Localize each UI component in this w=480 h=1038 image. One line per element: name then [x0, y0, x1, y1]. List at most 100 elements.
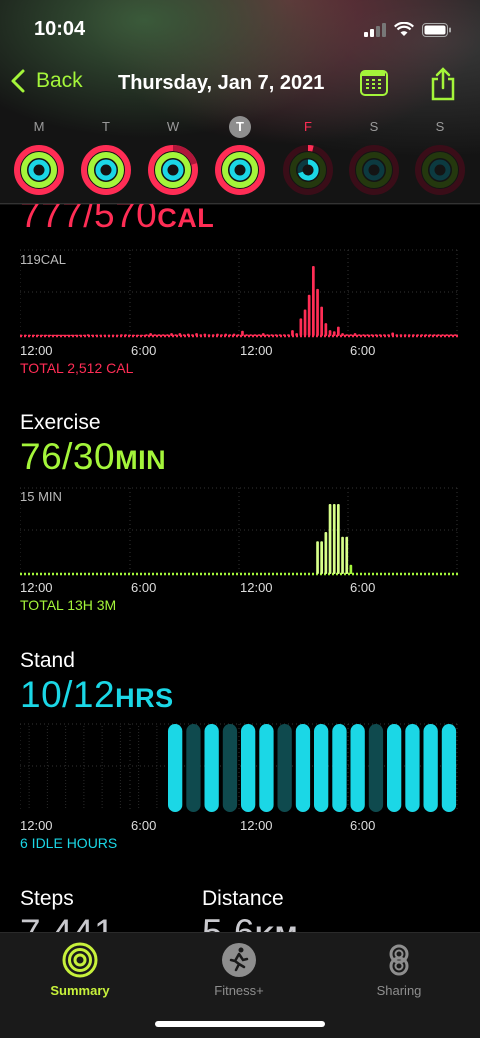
back-label: Back [36, 69, 83, 92]
stand-hour-bar [387, 724, 402, 812]
chart-bar [295, 333, 298, 336]
calendar-button[interactable] [360, 70, 388, 96]
distance-value-number: 5.6 [202, 912, 255, 932]
chart-bar [224, 333, 228, 336]
chart-bar [282, 334, 286, 336]
stand-hour-bar [277, 724, 292, 812]
day-saturday[interactable]: S [346, 116, 402, 196]
chart-bar [370, 334, 374, 336]
stand-value: 10/12HRS [20, 674, 174, 716]
chart-bar [416, 334, 419, 336]
chart-bar [332, 331, 336, 336]
chart-bar [161, 334, 165, 336]
day-monday[interactable]: M [11, 116, 67, 196]
day-tuesday[interactable]: T [78, 116, 134, 196]
chart-bar [103, 334, 107, 336]
chart-bar [216, 333, 219, 336]
chart-bar [337, 326, 340, 336]
share-button[interactable] [428, 66, 458, 107]
steps-label: Steps [20, 887, 74, 910]
day-wednesday[interactable]: W [145, 116, 201, 196]
day-friday[interactable]: F [280, 116, 336, 196]
axis-label: 6:00 [131, 343, 157, 358]
chart-bar [307, 294, 311, 336]
chart-bar [174, 334, 177, 336]
chart-bar [124, 334, 127, 336]
home-indicator [155, 1021, 325, 1027]
signal-icon [364, 22, 386, 37]
move-value-clip: 777/570CAL [0, 204, 480, 234]
chart-bar [353, 333, 357, 336]
chart-bar [253, 334, 257, 336]
move-total: TOTAL 2,512 CAL [20, 360, 134, 376]
stand-hour-bar [332, 724, 347, 812]
day-thursday[interactable]: T [212, 116, 268, 196]
chart-bar [245, 334, 248, 336]
chart-bar [391, 332, 394, 336]
chart-bar [382, 334, 386, 336]
axis-label: 6:00 [131, 818, 157, 833]
chart-bar [153, 334, 157, 336]
chart-bar [316, 541, 319, 574]
day-sunday[interactable]: S [412, 116, 468, 196]
navigation-bar: Back Thursday, Jan 7, 2021 [0, 62, 480, 106]
chart-bar [191, 334, 194, 336]
steps-value: 7,441 [20, 912, 115, 932]
day-letter: F [304, 119, 312, 134]
chart-bar [324, 532, 328, 574]
chart-bar [24, 334, 27, 336]
chart-bar [57, 334, 61, 336]
axis-label: 12:00 [240, 818, 273, 833]
chart-bar [170, 333, 173, 336]
chart-bar [320, 306, 323, 336]
distance-value-unit: KM [255, 921, 298, 932]
day-letter: M [33, 119, 45, 134]
exercise-title: Exercise [20, 411, 101, 434]
chart-bar [428, 334, 432, 336]
chart-bar [420, 334, 424, 336]
activity-rings-icon [148, 145, 198, 195]
chart-bar [28, 334, 31, 336]
sharing-rings-icon [389, 944, 409, 976]
chart-bar [312, 266, 315, 336]
chart-bar [241, 330, 244, 336]
chart-bar [136, 334, 140, 336]
chart-bar [120, 334, 123, 336]
tab-label: Summary [50, 983, 110, 998]
distance-value: 5.6KM [202, 912, 298, 932]
stand-value-unit: HRS [115, 683, 174, 713]
axis-label: 6:00 [350, 343, 376, 358]
stand-chart [20, 723, 458, 812]
stand-hour-bar [186, 724, 201, 812]
stats-value-clip: 7,441 5.6KM [0, 912, 480, 932]
tab-fitness-plus[interactable]: Fitness+ [174, 941, 304, 998]
chart-bar [111, 334, 115, 336]
chart-bar [115, 334, 119, 336]
chart-bar [395, 334, 399, 336]
chart-bar [90, 334, 94, 336]
status-icons [364, 22, 452, 37]
stand-hour-bar [168, 724, 183, 812]
chart-bar [40, 334, 44, 336]
chart-bar [407, 334, 411, 336]
chart-bar [78, 334, 82, 336]
chart-bar [132, 334, 136, 336]
chart-bar [445, 334, 449, 336]
tab-summary[interactable]: Summary [15, 941, 145, 998]
back-button[interactable]: Back [10, 68, 83, 94]
chart-bar [328, 504, 332, 574]
chart-bar [61, 334, 65, 336]
chart-bar [128, 334, 132, 336]
tab-sharing[interactable]: Sharing [334, 941, 464, 998]
chart-bar [186, 333, 190, 336]
stand-hour-bar [241, 724, 256, 812]
chart-bar [178, 333, 182, 336]
move-value-unit: CAL [157, 204, 215, 233]
move-value-number: 777/570 [20, 204, 158, 234]
chart-bar [220, 334, 223, 336]
chart-bar [412, 334, 415, 336]
axis-label: 6:00 [350, 580, 376, 595]
chart-bar [449, 334, 453, 336]
day-letter: S [435, 119, 445, 134]
chart-bar [141, 334, 144, 336]
